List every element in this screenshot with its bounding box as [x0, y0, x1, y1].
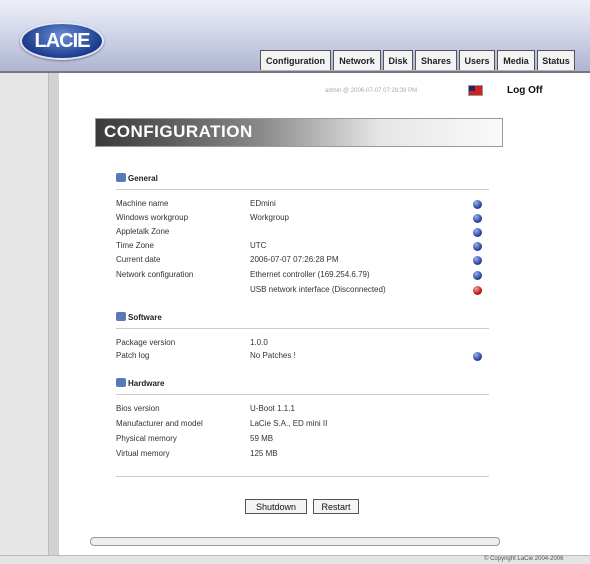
row-value: LaCie S.A., ED mini II — [250, 419, 328, 428]
general-icon — [116, 173, 126, 182]
software-separator — [116, 328, 489, 329]
section-hardware-title: Hardware — [128, 379, 165, 388]
tab-media[interactable]: Media — [497, 50, 535, 70]
row-label: Time Zone — [116, 241, 154, 250]
section-hardware: Hardware — [116, 378, 164, 388]
row-bios-version: Bios version U-Boot 1.1.1 — [116, 404, 496, 416]
row-usb-network: USB network interface (Disconnected) — [116, 285, 496, 297]
row-appletalk-zone: Appletalk Zone — [116, 227, 496, 239]
row-label: Patch log — [116, 351, 150, 360]
row-value: No Patches ! — [250, 351, 296, 360]
horizontal-scrollbar[interactable] — [90, 537, 500, 546]
page-title: CONFIGURATION — [104, 122, 253, 141]
general-separator — [116, 189, 489, 190]
header-divider — [0, 71, 590, 73]
row-label: Network configuration — [116, 270, 194, 279]
edit-icon[interactable] — [473, 352, 482, 361]
footer-separator — [116, 476, 489, 477]
tab-disk[interactable]: Disk — [383, 50, 413, 70]
restart-button[interactable]: Restart — [313, 499, 359, 514]
section-software-title: Software — [128, 313, 162, 322]
row-label: Physical memory — [116, 434, 177, 443]
row-label: Appletalk Zone — [116, 227, 170, 236]
edit-icon[interactable] — [473, 214, 482, 223]
row-value: EDmini — [250, 199, 276, 208]
row-time-zone: Time Zone UTC — [116, 241, 496, 253]
row-machine-name: Machine name EDmini — [116, 199, 496, 211]
row-value: USB network interface (Disconnected) — [250, 285, 386, 294]
edit-icon[interactable] — [473, 242, 482, 251]
row-value: 2006-07-07 07:26:28 PM — [250, 255, 339, 264]
row-label: Bios version — [116, 404, 160, 413]
row-current-date: Current date 2006-07-07 07:26:28 PM — [116, 255, 496, 267]
row-physical-memory: Physical memory 59 MB — [116, 434, 496, 446]
edit-icon[interactable] — [473, 271, 482, 280]
section-software: Software — [116, 312, 162, 322]
edit-icon[interactable] — [473, 256, 482, 265]
hardware-icon — [116, 378, 126, 387]
row-label: Machine name — [116, 199, 169, 208]
row-value: 1.0.0 — [250, 338, 268, 347]
tab-status[interactable]: Status — [537, 50, 575, 70]
shutdown-button[interactable]: Shutdown — [245, 499, 307, 514]
left-sidebar — [0, 73, 49, 555]
row-value: 59 MB — [250, 434, 274, 443]
row-label: Manufacturer and model — [116, 419, 203, 428]
section-general: General — [116, 173, 158, 183]
left-sidebar-shadow — [49, 73, 59, 555]
tab-configuration[interactable]: Configuration — [260, 50, 331, 70]
row-label: Virtual memory — [116, 449, 170, 458]
tab-bar: Configuration Network Disk Shares Users … — [260, 50, 577, 70]
row-label: Package version — [116, 338, 176, 347]
tab-shares[interactable]: Shares — [415, 50, 457, 70]
tab-users[interactable]: Users — [459, 50, 495, 70]
row-value: 125 MB — [250, 449, 278, 458]
row-value: UTC — [250, 241, 267, 250]
software-icon — [116, 312, 126, 321]
row-virtual-memory: Virtual memory 125 MB — [116, 449, 496, 461]
row-label: Windows workgroup — [116, 213, 189, 222]
page-title-bar: CONFIGURATION — [95, 118, 503, 147]
copyright: © Copyright LaCie 2004-2006 — [484, 556, 564, 562]
row-label: Current date — [116, 255, 161, 264]
section-general-title: General — [128, 174, 158, 183]
status-error-icon[interactable] — [473, 286, 482, 295]
row-value: U-Boot 1.1.1 — [250, 404, 295, 413]
row-value: Ethernet controller (169.254.6.79) — [250, 270, 370, 279]
language-flag-icon[interactable] — [468, 85, 483, 96]
edit-icon[interactable] — [473, 200, 482, 209]
row-network-configuration: Network configuration Ethernet controlle… — [116, 270, 496, 282]
header: LACIE Configuration Network Disk Shares … — [0, 0, 590, 73]
row-package-version: Package version 1.0.0 — [116, 338, 496, 350]
row-patch-log: Patch log No Patches ! — [116, 351, 496, 363]
lacie-logo: LACIE — [20, 22, 104, 60]
edit-icon[interactable] — [473, 228, 482, 237]
row-manufacturer: Manufacturer and model LaCie S.A., ED mi… — [116, 419, 496, 431]
logoff-link[interactable]: Log Off — [507, 85, 543, 96]
user-info: admin @ 2006-07-07 07:28:39 PM — [325, 88, 418, 94]
row-value: Workgroup — [250, 213, 289, 222]
tab-network[interactable]: Network — [333, 50, 381, 70]
hardware-separator — [116, 394, 489, 395]
row-windows-workgroup: Windows workgroup Workgroup — [116, 213, 496, 225]
